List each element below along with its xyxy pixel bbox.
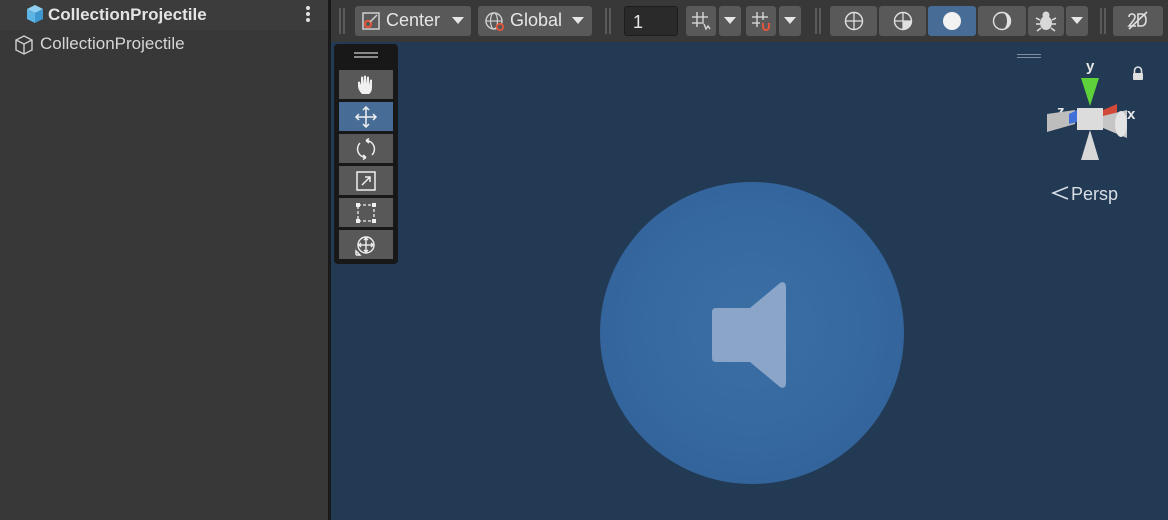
scene-viewport[interactable]: y z x Persp	[331, 42, 1168, 520]
chevron-down-icon	[452, 17, 464, 24]
debug-draw-menu[interactable]	[1066, 6, 1088, 36]
hand-icon	[358, 75, 372, 94]
hierarchy-scene-title: CollectionProjectile	[48, 5, 207, 24]
transform-icon	[355, 236, 375, 256]
unlit-icon	[992, 11, 1012, 31]
gizmo-drag-handle[interactable]	[1017, 54, 1041, 59]
chevron-down-icon	[572, 17, 584, 24]
gizmo-y-cone[interactable]	[1081, 78, 1099, 106]
scale-tool-button[interactable]	[339, 166, 393, 195]
pivot-space-label: Global	[510, 10, 563, 30]
shaded-icon	[943, 12, 961, 30]
hierarchy-item[interactable]: CollectionProjectile	[0, 32, 328, 56]
rotate-tool-button[interactable]	[339, 134, 393, 163]
chevron-down-icon	[1071, 17, 1083, 24]
wireframe-icon	[844, 11, 864, 31]
pivot-icon	[362, 12, 380, 30]
unlit-mode-button[interactable]	[978, 6, 1026, 36]
toolbar-grip[interactable]	[815, 8, 821, 34]
pivot-space-dropdown[interactable]: Global	[478, 6, 592, 36]
perspective-icon	[1051, 186, 1069, 200]
projection-label: Persp	[1071, 184, 1119, 204]
increment-snap-icon	[752, 12, 770, 31]
hierarchy-header[interactable]: CollectionProjectile	[0, 0, 328, 30]
grid-snap-button[interactable]	[686, 6, 716, 36]
more-options-icon[interactable]	[300, 3, 316, 25]
hand-tool-button[interactable]	[339, 70, 393, 99]
toolbar-grip[interactable]	[1100, 8, 1106, 34]
chevron-down-icon	[784, 17, 796, 24]
hierarchy-item-label: CollectionProjectile	[40, 34, 185, 53]
gizmo-axis-x-label: x	[1127, 106, 1136, 123]
grid-snap-menu[interactable]	[719, 6, 741, 36]
globe-icon	[485, 12, 505, 32]
rotate-icon	[356, 137, 376, 161]
rect-icon	[356, 203, 376, 223]
scale-icon	[356, 171, 376, 191]
shaded-mode-button[interactable]	[928, 6, 976, 36]
audio-source-speaker-icon[interactable]	[712, 280, 788, 390]
blue-cube-icon	[24, 3, 46, 25]
grid-increment-field[interactable]: 1	[624, 6, 678, 36]
gizmo-neg-y-cone[interactable]	[1081, 130, 1099, 160]
grid-snap-icon	[692, 12, 711, 31]
wireframe-mode-button[interactable]	[830, 6, 877, 36]
move-tool-button[interactable]	[339, 102, 393, 131]
hierarchy-panel: CollectionProjectile CollectionProjectil…	[0, 0, 328, 520]
transform-tool-button[interactable]	[339, 230, 393, 259]
pivot-mode-label: Center	[386, 10, 441, 30]
chevron-down-icon	[724, 17, 736, 24]
orientation-gizmo[interactable]: y z x	[1041, 56, 1141, 168]
move-icon	[354, 105, 378, 129]
shaded-wireframe-icon	[893, 11, 913, 31]
pivot-mode-dropdown[interactable]: Center	[355, 6, 471, 36]
debug-draw-mode-button[interactable]	[1028, 6, 1064, 36]
debug-bug-icon	[1035, 11, 1057, 32]
gameobject-cube-icon	[13, 34, 35, 56]
scene-toolbar: Center Global 1	[331, 0, 1168, 42]
gizmo-axis-y-label: y	[1086, 58, 1095, 75]
overlay-drag-handle[interactable]	[354, 52, 378, 58]
increment-snap-button[interactable]	[746, 6, 776, 36]
toolbar-grip[interactable]	[339, 8, 345, 34]
tools-overlay	[334, 44, 398, 264]
increment-snap-menu[interactable]	[779, 6, 801, 36]
toolbar-grip[interactable]	[605, 8, 611, 34]
2d-toggle-button[interactable]	[1113, 6, 1163, 36]
gizmo-center-cube[interactable]	[1077, 108, 1103, 130]
2d-toggle-icon	[1127, 11, 1148, 30]
rect-tool-button[interactable]	[339, 198, 393, 227]
shaded-wireframe-mode-button[interactable]	[879, 6, 926, 36]
